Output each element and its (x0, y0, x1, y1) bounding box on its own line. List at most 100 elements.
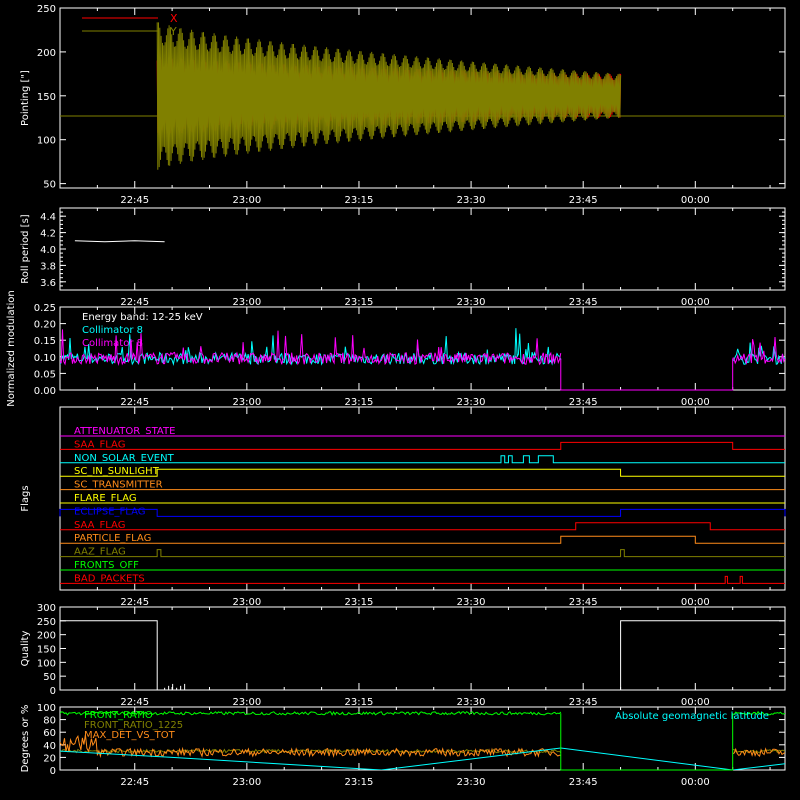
roll-period-line (74, 240, 165, 243)
x-tick-label: 23:30 (457, 297, 486, 308)
x-tick-label: 23:30 (457, 697, 486, 708)
x-tick-label: 23:00 (232, 297, 261, 308)
x-tick-label: 22:45 (120, 195, 149, 206)
flag-line (60, 468, 785, 477)
y-axis-label: Degrees or % (20, 705, 31, 773)
x-tick-label: 23:45 (569, 397, 598, 408)
y-axis-label: Normalized modulation (6, 290, 17, 407)
legend-label-collimator-8: Collimator 8 (82, 338, 143, 349)
flag-label: FRONTS_OFF (74, 560, 139, 571)
y-tick-label: 50 (43, 672, 56, 683)
panel-4: 22:45 23:00 23:15 23:30 23:45 00:00 Flags ATTEN… (20, 406, 786, 608)
flag-label: BAD_PACKETS (74, 573, 145, 584)
flag-label: SC_IN_SUNLIGHT (74, 466, 160, 477)
flag-label: AAZ_FLAG (74, 547, 126, 558)
y-tick-label: 0.15 (34, 336, 56, 347)
y-tick-label: 4.0 (40, 245, 56, 256)
y-tick-label: 200 (37, 48, 56, 59)
y-tick-label: 3.6 (40, 278, 56, 289)
x-tick-label: 00:00 (681, 397, 710, 408)
y-tick-label: 4.4 (40, 212, 56, 223)
flag-label: SC_TRANSMITTER (74, 480, 163, 491)
flag-line (60, 522, 785, 531)
x-tick-label: 23:00 (232, 777, 261, 788)
y-axis-label: Roll period [s] (20, 214, 31, 283)
y-tick-label: 3.8 (40, 261, 56, 272)
panel-5: 22:45 23:00 23:15 23:30 23:45 00:00 0 50 100 150 2… (20, 603, 786, 708)
y-tick-label: 0.10 (34, 353, 56, 364)
y-axis-label: Flags (20, 485, 31, 511)
y-tick-label: 0.25 (34, 303, 56, 314)
flag-line (60, 575, 785, 584)
x-tick-label: 23:15 (345, 397, 374, 408)
y-axis-label: Quality (20, 631, 31, 667)
x-tick-label: 00:00 (681, 597, 710, 608)
rhessi-monitor-plot: 22:45 23:00 23:15 23:30 23:45 00:00 50 100 150 20… (6, 4, 786, 788)
flag-label: SAA_FLAG (74, 439, 125, 450)
legend-label-collimator-8: Collimator 8 (82, 325, 143, 336)
flag-label: NON_SOLAR_EVENT (74, 453, 175, 464)
x-tick-label: 22:45 (120, 397, 149, 408)
y-tick-label: 0.05 (34, 369, 56, 380)
y-tick-label: 250 (37, 4, 56, 15)
x-tick-label: 23:30 (457, 195, 486, 206)
y-tick-label: 250 (37, 617, 56, 628)
y-tick-label: 150 (37, 645, 56, 656)
x-tick-label: 23:45 (569, 697, 598, 708)
y-tick-label: 50 (43, 180, 56, 191)
flag-label: ATTENUATOR_STATE (74, 426, 175, 437)
legend-label-y: Y (169, 25, 177, 38)
y-tick-label: 40 (43, 741, 56, 752)
x-tick-label: 00:00 (681, 297, 710, 308)
flag-line (60, 549, 785, 558)
flag-label: FLARE_FLAG (74, 493, 137, 504)
y-tick-label: 100 (37, 658, 56, 669)
x-tick-label: 23:15 (345, 297, 374, 308)
panel-frame (59, 606, 786, 691)
x-tick-label: 23:15 (345, 777, 374, 788)
y-tick-label: 100 (37, 703, 56, 714)
panel-2: 22:45 23:00 23:15 23:30 23:45 00:00 3.6 3.8 4.0 4… (20, 207, 786, 308)
x-tick-label: 00:00 (681, 777, 710, 788)
x-tick-label: 22:45 (120, 297, 149, 308)
energy-band-annotation: Energy band: 12-25 keV (82, 312, 203, 323)
x-tick-label: 23:30 (457, 597, 486, 608)
y-tick-label: 200 (37, 631, 56, 642)
x-tick-label: 23:45 (569, 195, 598, 206)
x-tick-label: 23:00 (232, 195, 261, 206)
y-axis-label: Pointing ["] (20, 70, 31, 126)
x-tick-label: 23:00 (232, 397, 261, 408)
y-tick-label: 0 (50, 766, 56, 777)
flag-label: PARTICLE_FLAG (74, 533, 151, 544)
legend-label-x: X (170, 12, 178, 25)
x-tick-label: 23:30 (457, 397, 486, 408)
y-tick-label: 100 (37, 136, 56, 147)
x-tick-label: 23:15 (345, 597, 374, 608)
y-tick-label: 0 (50, 686, 56, 697)
modulation-gap-line (560, 358, 734, 391)
x-tick-label: 23:15 (345, 195, 374, 206)
y-tick-label: 4.2 (40, 229, 56, 240)
series-y-line (156, 22, 622, 170)
x-tick-label: 22:45 (120, 697, 149, 708)
quality-line (60, 620, 785, 691)
x-tick-label: 22:45 (120, 597, 149, 608)
flag-label: SAA_FLAG (74, 520, 125, 531)
x-tick-label: 23:30 (457, 777, 486, 788)
flag-line (59, 508, 786, 517)
x-tick-label: 23:45 (569, 597, 598, 608)
x-tick-label: 23:00 (232, 597, 261, 608)
panel-frame (59, 207, 786, 291)
geomagnetic-latitude-annotation: Absolute geomagnetic latitude (615, 711, 769, 722)
x-tick-label: 23:00 (232, 697, 261, 708)
x-tick-label: 00:00 (681, 195, 710, 206)
y-tick-label: 150 (37, 92, 56, 103)
y-tick-label: 80 (43, 716, 56, 727)
y-tick-label: 300 (37, 603, 56, 614)
flag-line (60, 535, 785, 544)
collimator-8-cyan-line (60, 328, 785, 366)
x-tick-label: 23:45 (569, 297, 598, 308)
flag-line (60, 441, 785, 450)
x-tick-label: 23:45 (569, 777, 598, 788)
legend-label: MAX_DET_VS_TOT (84, 730, 176, 741)
